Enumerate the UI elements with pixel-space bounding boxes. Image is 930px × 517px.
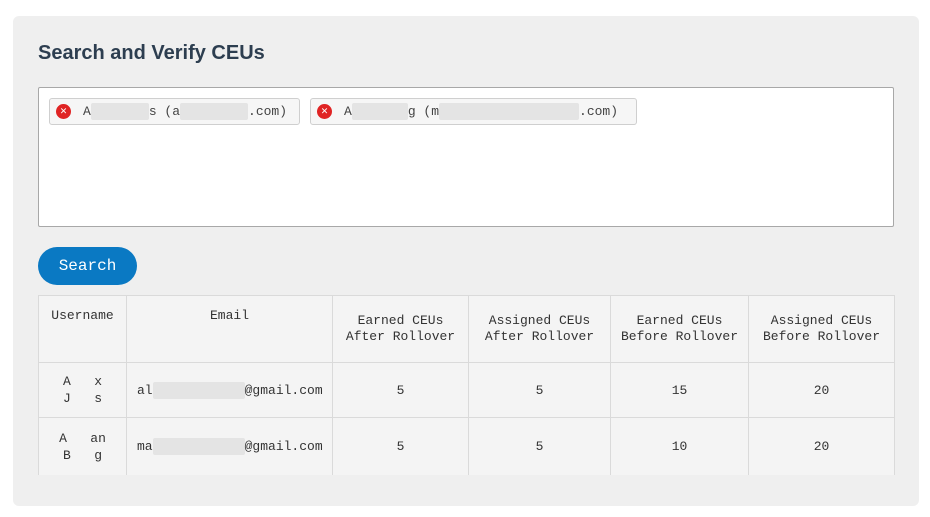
email-cell: ma @gmail.com — [126, 417, 333, 475]
selected-user-tag: ✕ A s (a .com) — [49, 98, 300, 125]
page-title: Search and Verify CEUs — [38, 42, 265, 64]
search-button[interactable]: Search — [38, 247, 137, 285]
redacted-text — [439, 103, 580, 120]
redacted-text — [90, 103, 149, 120]
remove-tag-icon[interactable]: ✕ — [317, 104, 332, 119]
redacted-text — [180, 103, 249, 120]
selected-user-tag: ✕ A g (m .com) — [310, 98, 637, 125]
earned-before-cell: 15 — [610, 362, 749, 418]
column-header-earned-after: Earned CEUs After Rollover — [332, 295, 469, 363]
username-cell: A an B g — [38, 417, 127, 475]
tag-name-prefix: A — [83, 104, 91, 119]
column-header-email: Email — [126, 295, 333, 363]
table-header-row: Username Email Earned CEUs After Rollove… — [38, 295, 895, 363]
tag-email-suffix: .com) — [579, 104, 619, 119]
email-cell: al @gmail.com — [126, 362, 333, 418]
tag-name-prefix: A — [344, 104, 352, 119]
assigned-before-cell: 20 — [748, 362, 895, 418]
assigned-after-cell: 5 — [468, 417, 611, 475]
column-header-earned-before: Earned CEUs Before Rollover — [610, 295, 749, 363]
tag-email-suffix: .com) — [248, 104, 288, 119]
assigned-after-cell: 5 — [468, 362, 611, 418]
user-tag-input[interactable]: ✕ A s (a .com) ✕ A g (m .com) — [38, 87, 894, 227]
assigned-before-cell: 20 — [748, 417, 895, 475]
table-row: A an B g ma @gmail.com 5 5 10 20 — [38, 417, 895, 475]
earned-after-cell: 5 — [332, 362, 469, 418]
redacted-text — [351, 103, 408, 120]
username-cell: A x J s — [38, 362, 127, 418]
remove-tag-icon[interactable]: ✕ — [56, 104, 71, 119]
ceu-results-table: Username Email Earned CEUs After Rollove… — [38, 295, 895, 475]
column-header-assigned-after: Assigned CEUs After Rollover — [468, 295, 611, 363]
earned-after-cell: 5 — [332, 417, 469, 475]
ceu-search-panel: Search and Verify CEUs ✕ A s (a .com) ✕ … — [13, 16, 919, 506]
table-row: A x J s al @gmail.com 5 5 15 20 — [38, 362, 895, 418]
redacted-text — [152, 381, 245, 399]
tag-name-middle: g (m — [407, 104, 440, 119]
column-header-username: Username — [38, 295, 127, 363]
earned-before-cell: 10 — [610, 417, 749, 475]
tag-name-middle: s (a — [148, 104, 181, 119]
column-header-assigned-before: Assigned CEUs Before Rollover — [748, 295, 895, 363]
redacted-text — [152, 438, 245, 455]
